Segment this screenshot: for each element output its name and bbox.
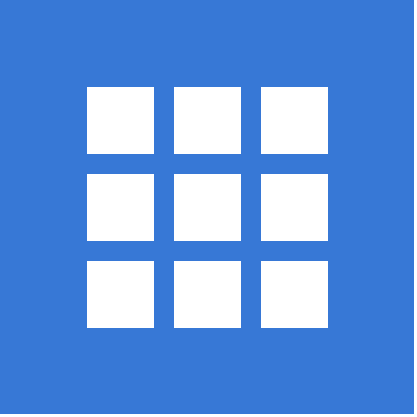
grid-cell bbox=[261, 87, 328, 154]
grid-cell bbox=[261, 261, 328, 328]
app-grid-tile[interactable] bbox=[0, 0, 414, 414]
grid-icon bbox=[87, 87, 329, 329]
grid-cell bbox=[174, 87, 241, 154]
grid-cell bbox=[174, 261, 241, 328]
grid-cell bbox=[87, 87, 154, 154]
grid-cell bbox=[174, 174, 241, 241]
grid-cell bbox=[261, 174, 328, 241]
grid-cell bbox=[87, 174, 154, 241]
grid-cell bbox=[87, 261, 154, 328]
